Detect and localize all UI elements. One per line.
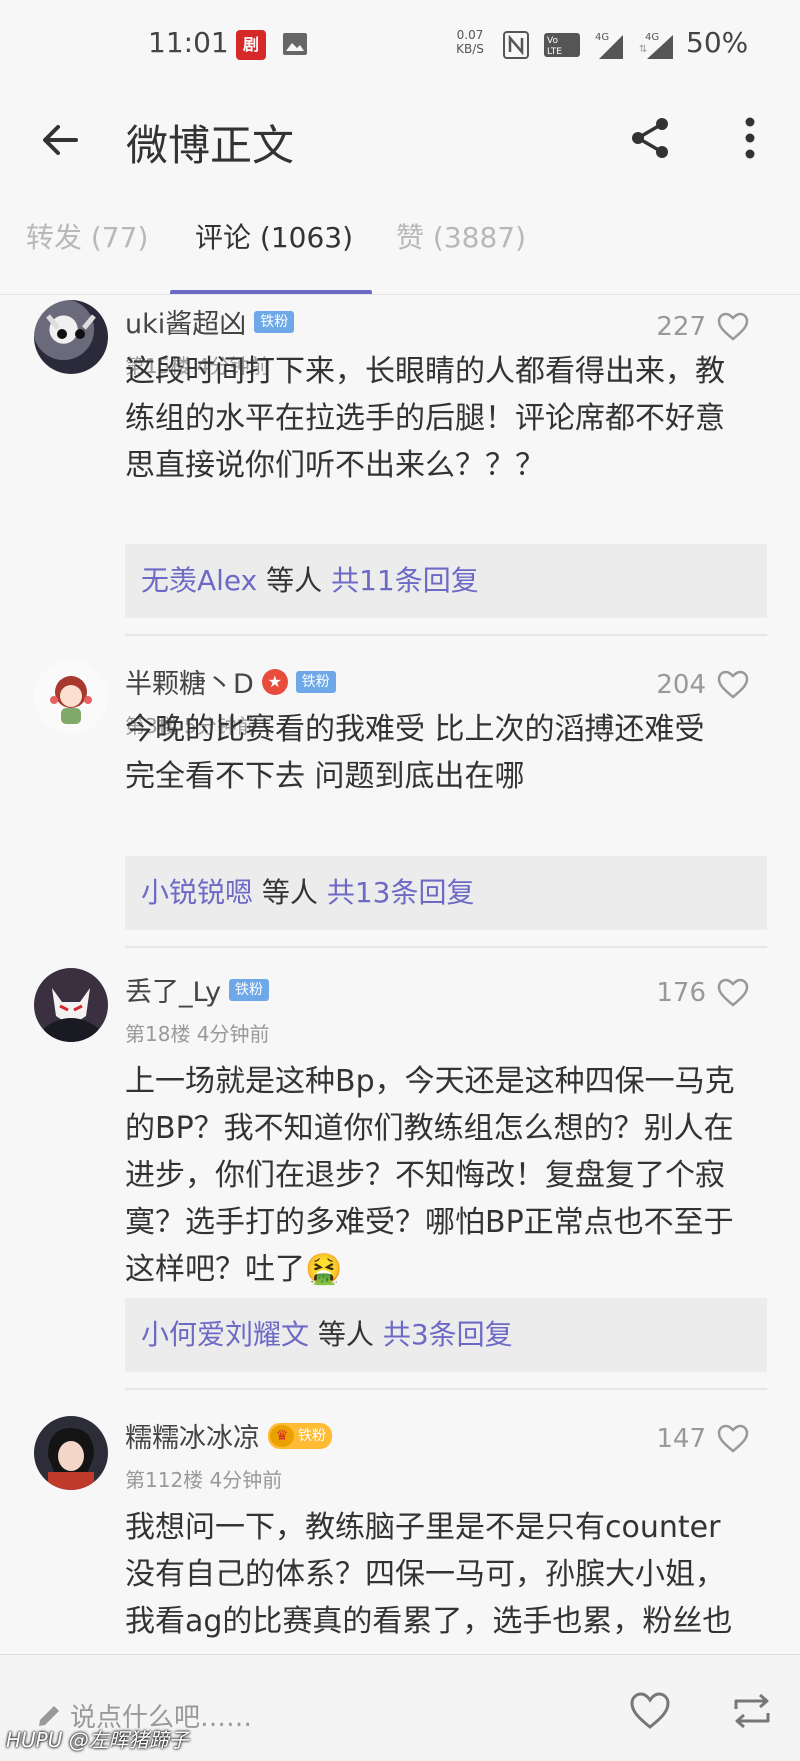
reply-count-link[interactable]: 共13条回复 [327,876,475,909]
status-bar: 11:01 剧 0.07 KB/S Vo LTE 4G 4G ⇅ 50% [0,0,800,90]
battery-level: 50% [686,26,749,59]
svg-text:4G: 4G [645,32,659,43]
comment-text: 我想问一下，教练脑子里是不是只有counter 没有自己的体系？四保一马可，孙膑… [125,1510,733,1639]
like-button[interactable]: 227 [656,310,750,344]
svg-text:⇅: ⇅ [639,44,647,55]
like-button[interactable]: 204 [656,668,750,702]
replies-preview[interactable]: 小锐锐嗯 等人 共13条回复 [125,856,767,930]
fan-badge: 铁粉 [254,310,295,333]
signal-4g-icon: 4G ⇅ [639,32,673,59]
comment-username[interactable]: 糯糯冰冰凉 ♛ 铁粉 [125,1416,332,1455]
fan-badge: 铁粉 [295,670,336,693]
reply-count-link[interactable]: 共11条回复 [331,564,479,597]
tab-divider [0,294,800,295]
avatar[interactable] [34,660,108,734]
volte-icon: Vo LTE [544,33,580,57]
reply-count-link[interactable]: 共3条回复 [383,1318,513,1351]
like-count: 176 [656,978,706,1008]
watermark: HUPU @左晖猪蹄子 [6,1728,189,1752]
reply-user-link[interactable]: 小锐锐嗯 [141,876,253,909]
avatar-image [46,314,96,339]
comment-username[interactable]: uki酱超凶 铁粉 [125,302,295,341]
comment-text: 这段时间打下来，长眼睛的人都看得出来，教 练组的水平在拉选手的后腿！评论席都不好… [125,354,725,483]
crown-fan-badge: ♛ 铁粉 [268,1422,332,1449]
like-heart-icon[interactable] [628,1689,672,1733]
comment-divider [125,634,767,636]
app-bar: 微博正文 转发 (77) 评论 (1063) 赞 (3887) [0,90,800,270]
avatar[interactable] [34,968,108,1042]
replies-preview[interactable]: 小何爱刘耀文 等人 共3条回复 [125,1298,767,1372]
repost-icon[interactable] [730,1689,774,1733]
svg-text:LTE: LTE [547,47,562,57]
avatar-image [48,1428,94,1490]
tab-comments[interactable]: 评论 (1063) [195,216,353,256]
avatar-image [44,988,98,1042]
tab-bar: 转发 (77) 评论 (1063) 赞 (3887) [0,190,800,286]
comment-text: 今晚的比赛看的我难受 比上次的滔搏还难受 完全看不下去 问题到底出在哪 [125,712,705,794]
more-options-icon[interactable] [730,114,770,162]
svg-text:Vo: Vo [547,36,558,46]
avatar[interactable] [34,1416,108,1490]
reply-user-link[interactable]: 无羡Alex [141,564,257,597]
crown-icon: ♛ [270,1424,294,1447]
share-icon[interactable] [626,114,674,162]
like-button[interactable]: 176 [656,976,750,1010]
gallery-icon [283,33,307,55]
heart-icon[interactable] [716,668,750,702]
net-speed: 0.07 KB/S [456,28,484,56]
comment-username[interactable]: 丢了_Ly 铁粉 [125,970,270,1009]
like-count: 204 [656,670,706,700]
avatar-image [50,676,92,724]
signal-4g-icon: 4G [595,32,623,59]
heart-icon[interactable] [716,976,750,1010]
comment-divider [125,946,767,948]
back-arrow-icon[interactable] [36,116,84,164]
nfc-icon [503,31,529,59]
comment-meta: 第112楼 4分钟前 [125,1468,283,1492]
svg-text:4G: 4G [595,32,609,43]
like-count: 147 [656,1424,706,1454]
comment-meta: 第18楼 4分钟前 [125,1022,270,1046]
avatar[interactable] [34,300,108,374]
heart-icon[interactable] [716,310,750,344]
tab-likes[interactable]: 赞 (3887) [396,216,526,256]
comment-divider [125,1388,767,1390]
status-time: 11:01 [148,26,229,59]
page-title: 微博正文 [126,121,295,170]
comment-text: 上一场就是这种Bp，今天还是这种四保一马克 的BP？我不知道你们教练组怎么想的？… [125,1064,735,1287]
tab-reposts[interactable]: 转发 (77) [26,216,148,256]
app-icon: 剧 [236,30,266,60]
like-count: 227 [656,312,706,342]
replies-preview[interactable]: 无羡Alex 等人 共11条回复 [125,544,767,618]
heart-icon[interactable] [716,1422,750,1456]
fan-badge: 铁粉 [229,978,270,1001]
reply-user-link[interactable]: 小何爱刘耀文 [141,1318,309,1351]
vip-badge-icon [261,668,288,695]
like-button[interactable]: 147 [656,1422,750,1456]
comment-username[interactable]: 半颗糖丶D 铁粉 [125,662,336,701]
